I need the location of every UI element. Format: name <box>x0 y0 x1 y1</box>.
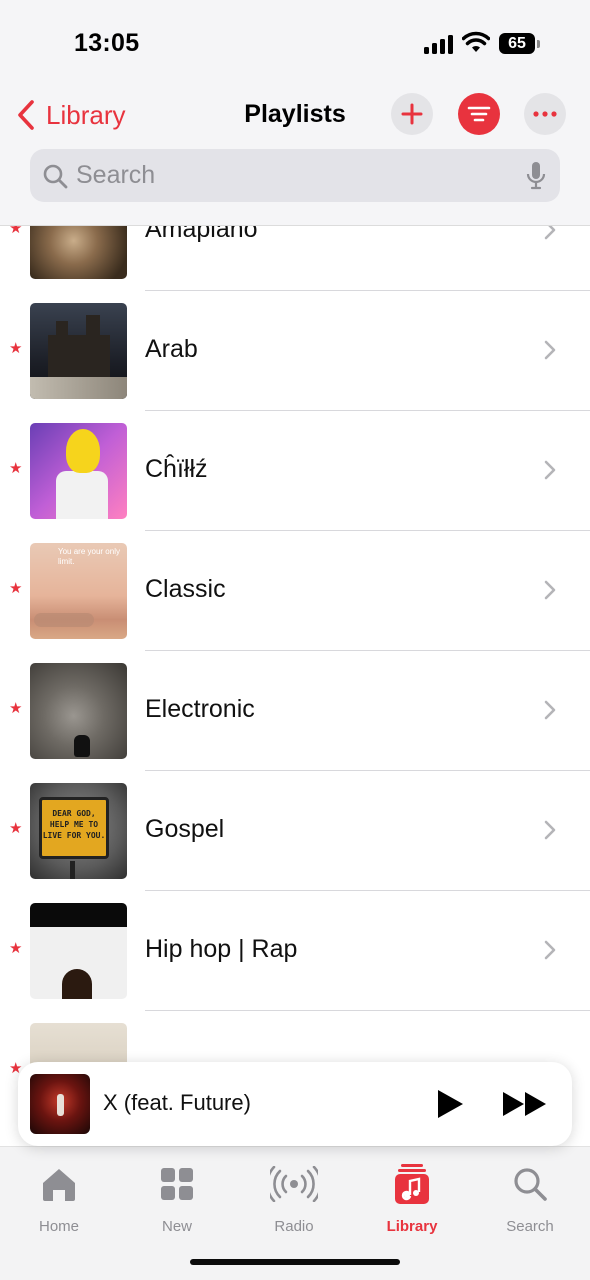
artwork-text: You are your only limit. <box>58 547 120 566</box>
more-button[interactable] <box>524 93 566 135</box>
favorite-star-icon: ★ <box>9 340 23 357</box>
library-icon <box>395 1164 429 1204</box>
playlist-artwork: DEAR GOD, HELP ME TO LIVE FOR YOU. <box>30 783 127 879</box>
tab-radio[interactable]: Radio <box>249 1165 339 1235</box>
search-input[interactable] <box>76 161 496 190</box>
tab-search[interactable]: Search <box>485 1165 575 1235</box>
more-icon <box>533 111 557 117</box>
chevron-left-icon <box>18 100 34 130</box>
cellular-signal-icon <box>424 34 453 54</box>
favorite-star-icon: ★ <box>9 820 23 837</box>
playlist-name: Gospel <box>145 815 225 843</box>
favorite-star-icon: ★ <box>9 700 23 717</box>
wifi-icon <box>462 31 490 52</box>
battery-cap <box>537 40 540 48</box>
favorite-star-icon: ★ <box>9 940 23 957</box>
tab-label: Search <box>506 1218 554 1235</box>
chevron-right-icon <box>544 940 556 960</box>
playlist-name: Electronic <box>145 695 255 723</box>
tab-label: Home <box>38 1218 79 1235</box>
playlist-row[interactable]: ★ Cĥïłłź <box>0 411 590 531</box>
favorite-star-icon: ★ <box>9 580 23 597</box>
plus-icon <box>401 103 423 125</box>
playlist-list: ★ Amapiano ★ Arab ★ Cĥïłłź ★ You are you… <box>0 171 590 1131</box>
tab-label: Radio <box>274 1218 314 1235</box>
tab-new[interactable]: New <box>132 1165 222 1235</box>
play-icon[interactable] <box>435 1088 465 1120</box>
playlist-name: Cĥïłłź <box>145 455 208 483</box>
home-indicator[interactable] <box>190 1259 400 1265</box>
playlist-row[interactable]: ★ You are your only limit. Classic <box>0 531 590 651</box>
nav-header: Library Playlists <box>0 88 590 226</box>
sort-icon <box>467 106 491 122</box>
search-icon <box>514 1168 547 1201</box>
chevron-right-icon <box>544 340 556 360</box>
tab-label: New <box>161 1218 192 1235</box>
sort-button[interactable] <box>458 93 500 135</box>
chevron-right-icon <box>544 580 556 600</box>
chevron-right-icon <box>544 460 556 480</box>
playlist-artwork <box>30 903 127 999</box>
fast-forward-icon[interactable] <box>502 1090 548 1118</box>
chevron-right-icon <box>544 820 556 840</box>
screen: 13:05 65 Library Playlists Search ★ Amap… <box>0 0 590 1280</box>
add-playlist-button[interactable] <box>391 93 433 135</box>
microphone-icon[interactable] <box>526 161 546 191</box>
tab-label: Library <box>386 1218 438 1235</box>
playlist-row[interactable]: ★ Arab <box>0 291 590 411</box>
grid-icon <box>161 1168 193 1200</box>
playlist-artwork <box>30 423 127 519</box>
artwork-text: DEAR GOD, HELP ME TO LIVE FOR YOU. <box>39 797 109 859</box>
home-icon <box>43 1169 75 1201</box>
status-time: 13:05 <box>74 29 140 57</box>
radio-icon <box>270 1166 318 1202</box>
playlist-name: Arab <box>145 335 198 363</box>
tab-home[interactable]: Home <box>14 1165 104 1235</box>
now-playing-title: X (feat. Future) <box>103 1090 251 1115</box>
tab-library[interactable]: Library <box>367 1164 457 1235</box>
mini-player[interactable]: X (feat. Future) <box>18 1062 572 1146</box>
now-playing-artwork <box>30 1074 90 1134</box>
playlist-row[interactable]: ★ Electronic <box>0 651 590 771</box>
battery-indicator: 65 <box>499 33 535 54</box>
search-icon <box>43 164 68 188</box>
back-button[interactable]: Library <box>12 98 125 132</box>
playlist-artwork <box>30 663 127 759</box>
chevron-right-icon <box>544 700 556 720</box>
playlist-name: Hip hop | Rap <box>145 935 298 963</box>
favorite-star-icon: ★ <box>9 460 23 477</box>
back-button-label: Library <box>46 99 126 130</box>
playlist-row[interactable]: ★ DEAR GOD, HELP ME TO LIVE FOR YOU. Gos… <box>0 771 590 891</box>
playlist-name: Classic <box>145 575 226 603</box>
search-bar[interactable] <box>30 149 560 202</box>
playlist-row[interactable]: ★ Hip hop | Rap <box>0 891 590 1011</box>
playlist-artwork: You are your only limit. <box>30 543 127 639</box>
status-bar: 13:05 65 <box>0 0 590 88</box>
playlist-artwork <box>30 303 127 399</box>
